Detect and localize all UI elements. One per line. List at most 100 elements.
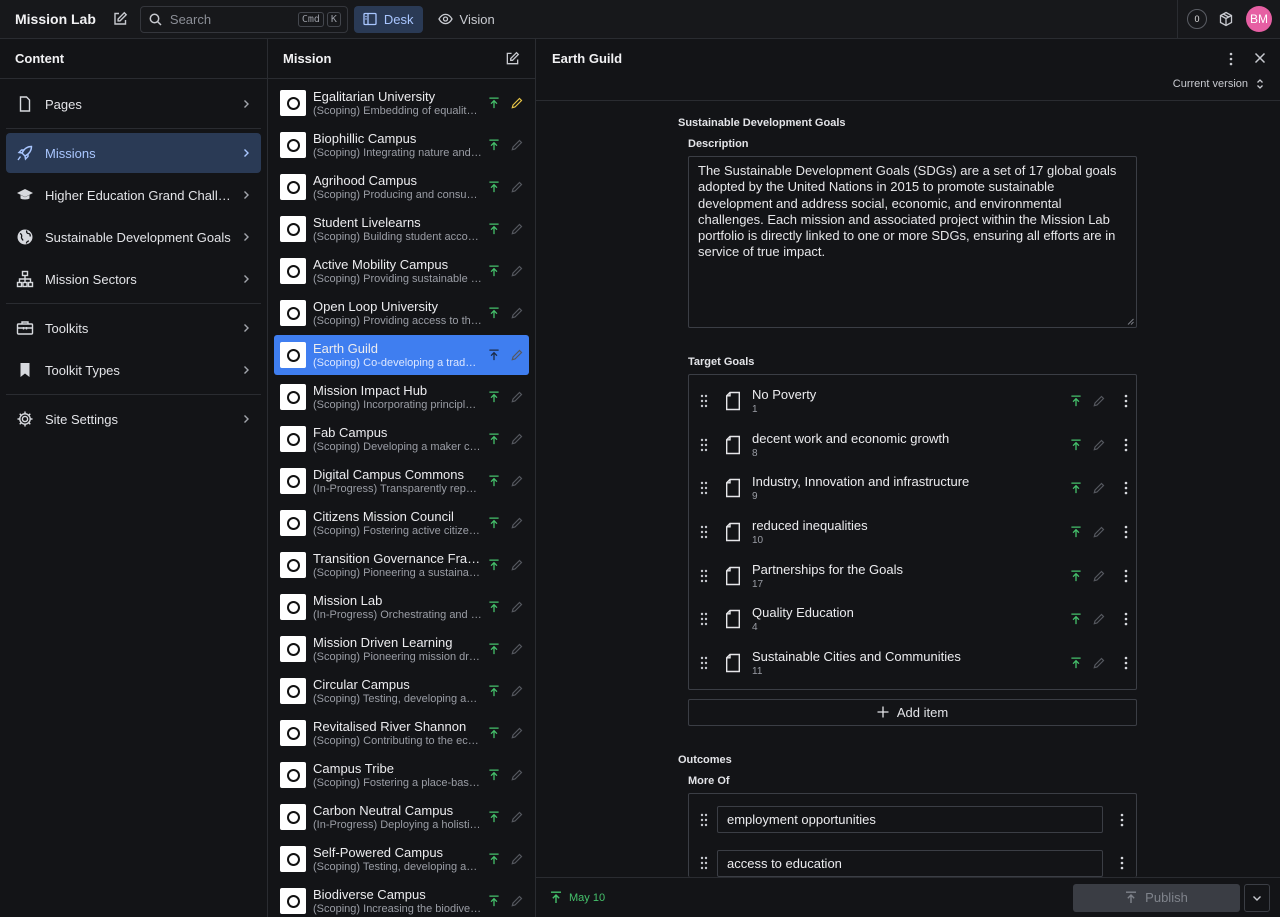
nav-item-site-settings[interactable]: Site Settings (6, 399, 261, 439)
mission-title: Mission Driven Learning (313, 635, 453, 650)
drag-handle-icon[interactable] (699, 656, 709, 670)
target-goal-item[interactable]: Quality Education 4 (689, 597, 1136, 641)
target-goal-item[interactable]: reduced inequalities 10 (689, 510, 1136, 554)
search-input[interactable]: Search Cmd K (139, 5, 348, 33)
kbd-cmd: Cmd (297, 11, 324, 27)
list-item[interactable]: Circular Campus (Scoping) Testing, develo… (274, 671, 529, 711)
version-selector[interactable]: Current version (1173, 78, 1264, 90)
publish-options-button[interactable] (1244, 883, 1270, 912)
add-item-button[interactable]: Add item (688, 698, 1137, 726)
nav-item-pages[interactable]: Pages (6, 84, 261, 124)
nav-item-grand-challenges[interactable]: Higher Education Grand Challen... (6, 175, 261, 215)
notification-badge[interactable]: 0 (1187, 9, 1207, 29)
target-goal-item[interactable]: Partnerships for the Goals 17 (689, 554, 1136, 598)
compose-icon[interactable] (112, 11, 128, 27)
more-vertical-icon[interactable] (1124, 612, 1128, 626)
list-item[interactable]: Earth Guild (Scoping) Co-developing a tra… (274, 335, 529, 375)
list-item[interactable]: Open Loop University (Scoping) Providing … (274, 293, 529, 333)
target-goal-item[interactable]: No Poverty 1 (689, 379, 1136, 423)
mission-title: Citizens Mission Council (313, 509, 454, 524)
description-label: Description (688, 138, 749, 150)
document-icon (725, 435, 741, 455)
more-vertical-icon[interactable] (1124, 569, 1128, 583)
nav-item-sdgs[interactable]: Sustainable Development Goals (6, 217, 261, 257)
mission-title: Earth Guild (313, 341, 379, 356)
target-goal-item[interactable]: Industry, Innovation and infrastructure 9 (689, 466, 1136, 510)
drag-handle-icon[interactable] (699, 481, 709, 495)
avatar[interactable]: BM (1246, 6, 1272, 32)
more-vertical-icon[interactable] (1124, 438, 1128, 452)
list-item[interactable]: Campus Tribe (Scoping) Fostering a place-… (274, 755, 529, 795)
tab-desk[interactable]: Desk (353, 5, 423, 33)
globe-icon (16, 228, 34, 246)
more-vertical-icon[interactable] (1124, 481, 1128, 495)
drag-handle-icon[interactable] (699, 856, 709, 870)
desk-icon (363, 12, 377, 26)
list-item[interactable]: Active Mobility Campus (Scoping) Providin… (274, 251, 529, 291)
drag-handle-icon[interactable] (699, 813, 709, 827)
edit-status-icon (511, 391, 523, 403)
drag-handle-icon[interactable] (699, 569, 709, 583)
nav-item-mission-sectors[interactable]: Mission Sectors (6, 259, 261, 299)
more-vertical-icon[interactable] (1120, 856, 1124, 870)
app-title[interactable]: Mission Lab (15, 11, 96, 27)
drag-handle-icon[interactable] (699, 438, 709, 452)
list-item[interactable]: Agrihood Campus (Scoping) Producing and c… (274, 167, 529, 207)
list-item[interactable]: Biodiverse Campus (Scoping) Increasing th… (274, 881, 529, 917)
more-vertical-icon[interactable] (1120, 813, 1124, 827)
drag-handle-icon[interactable] (699, 525, 709, 539)
nav-item-label: Sustainable Development Goals (45, 229, 231, 245)
published-status: May 10 (550, 891, 605, 904)
drag-handle-icon[interactable] (699, 394, 709, 408)
more-vertical-icon[interactable] (1124, 394, 1128, 408)
document-title: Earth Guild (552, 51, 623, 66)
more-of-input[interactable]: access to education (717, 849, 1103, 877)
kbd-k: K (326, 11, 341, 27)
list-item[interactable]: Egalitarian University (Scoping) Embeddin… (274, 83, 529, 123)
target-goals-label: Target Goals (688, 356, 755, 368)
list-item[interactable]: Carbon Neutral Campus (In-Progress) Deplo… (274, 797, 529, 837)
more-of-input[interactable]: employment opportunities (717, 806, 1103, 834)
resize-handle-icon[interactable] (1127, 318, 1134, 325)
list-item[interactable]: Mission Driven Learning (Scoping) Pioneer… (274, 629, 529, 669)
tab-vision[interactable]: Vision (429, 6, 504, 33)
mission-logo (280, 384, 306, 410)
more-vertical-icon[interactable] (1124, 656, 1128, 670)
chevron-right-icon (241, 365, 251, 375)
nav-item-toolkits[interactable]: Toolkits (6, 308, 261, 348)
edit-status-icon (511, 349, 523, 361)
divider (6, 394, 261, 395)
mission-subtitle: (Scoping) Co-developing a trade s... (313, 357, 482, 369)
list-item[interactable]: Mission Impact Hub (Scoping) Incorporatin… (274, 377, 529, 417)
list-item[interactable]: Fab Campus (Scoping) Developing a maker c… (274, 419, 529, 459)
list-item[interactable]: Student Livelearns (Scoping) Building stu… (274, 209, 529, 249)
published-icon (488, 265, 500, 277)
published-icon (488, 601, 500, 613)
publish-button[interactable]: Publish (1073, 883, 1240, 912)
more-vertical-icon[interactable] (1124, 525, 1128, 539)
mission-subtitle: (Scoping) Developing a maker cult... (313, 441, 482, 453)
close-icon[interactable] (1254, 52, 1266, 64)
list-item[interactable]: Transition Governance Fram... (Scoping) P… (274, 545, 529, 585)
mission-title: Agrihood Campus (313, 173, 418, 188)
cube-icon[interactable] (1218, 11, 1234, 27)
more-vertical-icon[interactable] (1224, 51, 1238, 67)
compose-icon[interactable] (505, 51, 520, 66)
edit-status-icon (511, 517, 523, 529)
list-item[interactable]: Revitalised River Shannon (Scoping) Contr… (274, 713, 529, 753)
list-item[interactable]: Biophillic Campus (Scoping) Integrating n… (274, 125, 529, 165)
document-footer: May 10 Publish (536, 877, 1280, 917)
drag-handle-icon[interactable] (699, 612, 709, 626)
nav-item-missions[interactable]: Missions (6, 133, 261, 173)
nav-item-toolkit-types[interactable]: Toolkit Types (6, 350, 261, 390)
mission-logo (280, 552, 306, 578)
list-item[interactable]: Digital Campus Commons (In-Progress) Tran… (274, 461, 529, 501)
list-item[interactable]: Self-Powered Campus (Scoping) Testing, de… (274, 839, 529, 879)
description-textarea[interactable]: The Sustainable Development Goals (SDGs)… (688, 156, 1137, 328)
published-icon (488, 433, 500, 445)
list-item[interactable]: Citizens Mission Council (Scoping) Foster… (274, 503, 529, 543)
list-item[interactable]: Mission Lab (In-Progress) Orchestrating a… (274, 587, 529, 627)
target-goal-item[interactable]: Sustainable Cities and Communities 11 (689, 641, 1136, 685)
edit-status-icon (511, 475, 523, 487)
target-goal-item[interactable]: decent work and economic growth 8 (689, 423, 1136, 467)
